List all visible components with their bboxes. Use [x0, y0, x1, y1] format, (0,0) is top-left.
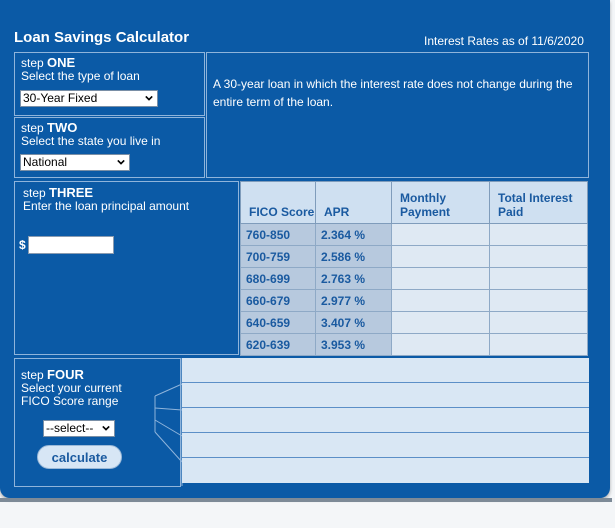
fico-cell: 760-850	[240, 223, 316, 246]
loan-description: A 30-year loan in which the interest rat…	[213, 77, 573, 109]
monthly-cell	[391, 267, 490, 290]
fico-range-value: --select--	[46, 421, 94, 435]
table-row: 700-759 2.586 %	[240, 245, 588, 268]
table-row: 660-679 2.977 %	[240, 289, 588, 312]
fico-cell: 680-699	[240, 267, 316, 290]
rates-table: FICO Score APR Monthly Payment Total Int…	[240, 181, 588, 356]
step-number: TWO	[47, 120, 78, 135]
page-title: Loan Savings Calculator	[14, 29, 190, 46]
loan-description-box: A 30-year loan in which the interest rat…	[206, 52, 589, 178]
panel-shadow	[0, 498, 612, 502]
step-label: step	[21, 56, 44, 70]
apr-cell: 3.407 %	[315, 311, 392, 334]
step-label: step	[21, 368, 44, 382]
header-monthly-payment: Monthly Payment	[391, 181, 490, 224]
step-two-heading: step TWO	[21, 121, 204, 135]
table-row: 640-659 3.407 %	[240, 311, 588, 334]
chevron-down-icon	[117, 159, 125, 165]
step-number: THREE	[49, 185, 94, 200]
total-cell	[489, 267, 588, 290]
step-one-instruction: Select the type of loan	[21, 69, 140, 83]
header-apr: APR	[315, 181, 392, 224]
total-cell	[489, 223, 588, 246]
loan-type-value: 30-Year Fixed	[23, 91, 98, 105]
apr-cell: 2.763 %	[315, 267, 392, 290]
connector-lines-icon	[154, 358, 183, 486]
currency-symbol: $	[19, 238, 26, 252]
total-cell	[489, 311, 588, 334]
total-cell	[489, 333, 588, 356]
total-cell	[489, 289, 588, 312]
step-number: FOUR	[47, 367, 84, 382]
step-label: step	[23, 186, 46, 200]
fico-cell: 640-659	[240, 311, 316, 334]
monthly-cell	[391, 311, 490, 334]
apr-cell: 2.977 %	[315, 289, 392, 312]
state-value: National	[23, 155, 68, 169]
result-row	[182, 383, 589, 408]
chevron-down-icon	[102, 425, 110, 431]
header-fico: FICO Score	[240, 181, 316, 224]
rates-date: Interest Rates as of 11/6/2020	[424, 34, 584, 48]
calculate-button[interactable]: calculate	[37, 445, 122, 469]
result-row	[182, 433, 589, 458]
result-row	[182, 358, 589, 383]
monthly-cell	[391, 245, 490, 268]
principal-amount-input[interactable]	[28, 236, 114, 254]
total-cell	[489, 245, 588, 268]
step-three-instruction: Enter the loan principal amount	[23, 199, 190, 213]
result-row	[182, 408, 589, 433]
fico-cell: 700-759	[240, 245, 316, 268]
results-panel	[182, 358, 589, 483]
apr-cell: 2.364 %	[315, 223, 392, 246]
step-two-instruction: Select the state you live in	[21, 134, 161, 148]
table-row: 680-699 2.763 %	[240, 267, 588, 290]
result-row	[182, 458, 589, 483]
step-three-box: step THREE Enter the loan principal amou…	[14, 181, 239, 355]
header-total-interest: Total Interest Paid	[489, 181, 588, 224]
step-one-heading: step ONE	[21, 56, 204, 70]
step-three-heading: step THREE	[23, 186, 238, 200]
chevron-down-icon	[145, 95, 153, 101]
apr-cell: 2.586 %	[315, 245, 392, 268]
step-label: step	[21, 121, 44, 135]
table-row: 620-639 3.953 %	[240, 333, 588, 356]
fico-cell: 620-639	[240, 333, 316, 356]
apr-cell: 3.953 %	[315, 333, 392, 356]
table-header-row: FICO Score APR Monthly Payment Total Int…	[240, 181, 588, 224]
loan-type-select[interactable]: 30-Year Fixed	[20, 90, 158, 107]
step-four-instruction: Select your current FICO Score range	[21, 381, 122, 408]
table-row: 760-850 2.364 %	[240, 223, 588, 246]
monthly-cell	[391, 289, 490, 312]
fico-range-select[interactable]: --select--	[43, 420, 115, 437]
fico-cell: 660-679	[240, 289, 316, 312]
state-select[interactable]: National	[20, 154, 130, 171]
step-number: ONE	[47, 55, 76, 70]
monthly-cell	[391, 333, 490, 356]
monthly-cell	[391, 223, 490, 246]
